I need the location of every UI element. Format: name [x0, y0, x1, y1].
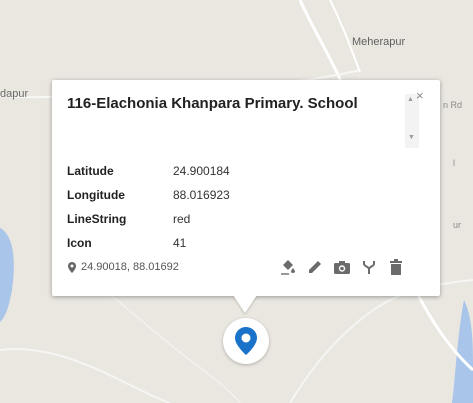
attribute-key: Longitude [67, 188, 125, 202]
place-label-road: n Rd [443, 100, 463, 110]
attribute-value: 24.900184 [173, 164, 230, 178]
attribute-row: LineString red [67, 207, 230, 231]
water-body [0, 228, 14, 322]
scroll-up-icon[interactable]: ▲ [407, 96, 414, 103]
attribute-value: 88.016923 [173, 188, 230, 202]
attribute-row: Longitude 88.016923 [67, 183, 230, 207]
place-label-meherapur: Meherapur [352, 36, 406, 48]
close-button[interactable]: × [416, 89, 424, 102]
fork-icon[interactable] [360, 258, 378, 276]
pencil-icon[interactable] [306, 258, 324, 276]
scroll-down-icon[interactable]: ▼ [408, 134, 415, 141]
place-label-dapur: dapur [0, 88, 29, 100]
location-pin-icon [235, 327, 257, 355]
coordinate-readout: 24.90018, 88.01692 [68, 261, 179, 273]
camera-icon[interactable] [333, 258, 351, 276]
coordinate-text: 24.90018, 88.01692 [81, 261, 179, 273]
attribute-value: 41 [173, 236, 187, 250]
paint-bucket-icon[interactable] [279, 258, 297, 276]
popup-pointer [233, 295, 257, 313]
attribute-key: Icon [67, 236, 92, 250]
attribute-table: Latitude 24.900184 Longitude 88.016923 L… [67, 159, 230, 255]
attribute-key: Latitude [67, 164, 114, 178]
map-marker[interactable] [223, 318, 269, 364]
attribute-key: LineString [67, 212, 127, 226]
attribute-row: Icon 41 [67, 231, 230, 255]
info-popup: 116-Elachonia Khanpara Primary. School ▲… [52, 80, 440, 296]
place-label-partial-ur: ur [453, 220, 462, 230]
trash-icon[interactable] [387, 258, 405, 276]
road [0, 348, 171, 403]
attribute-row: Latitude 24.900184 [67, 159, 230, 183]
popup-title: 116-Elachonia Khanpara Primary. School [67, 95, 358, 112]
attribute-value: red [173, 212, 191, 226]
popup-toolbar [279, 258, 405, 276]
road [89, 279, 241, 403]
place-label-partial: l [453, 158, 455, 168]
location-pin-small-icon [68, 261, 76, 273]
